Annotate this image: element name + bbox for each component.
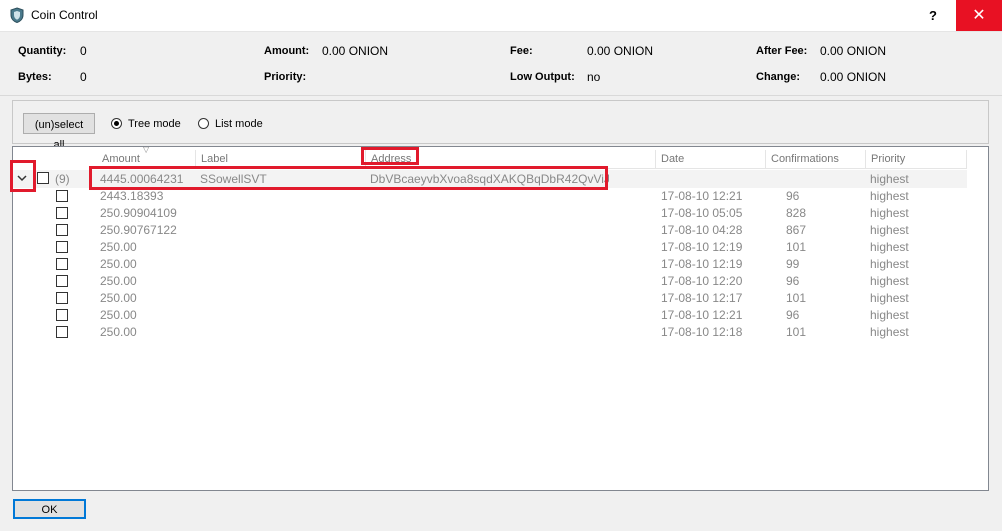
row-confirmations: 99 (786, 257, 800, 271)
fee-value: 0.00 ONION (587, 44, 654, 58)
parent-count: (9) (55, 172, 70, 186)
close-button[interactable]: ✕ (956, 0, 1002, 31)
help-button[interactable]: ? (910, 0, 956, 31)
fee-label: Fee: (510, 45, 533, 57)
row-confirmations: 101 (786, 325, 807, 339)
tree-mode-radio[interactable] (111, 118, 122, 129)
highlight-address-header (361, 147, 419, 165)
ok-button[interactable]: OK (13, 499, 86, 519)
parent-checkbox[interactable] (37, 172, 49, 184)
row-date: 17-08-10 12:19 (661, 240, 743, 254)
row-priority: highest (870, 189, 909, 203)
row-checkbox[interactable] (56, 309, 68, 321)
row-date: 17-08-10 12:21 (661, 189, 743, 203)
amount-label: Amount: (264, 45, 310, 57)
row-priority: highest (870, 291, 909, 305)
row-priority: highest (870, 325, 909, 339)
row-priority: highest (870, 274, 909, 288)
row-checkbox[interactable] (56, 326, 68, 338)
row-priority: highest (870, 206, 909, 220)
row-checkbox[interactable] (56, 275, 68, 287)
quantity-value: 0 (80, 44, 87, 58)
row-amount: 250.90904109 (100, 206, 177, 220)
unselect-all-button[interactable]: (un)select all (23, 113, 95, 151)
change-value: 0.00 ONION (820, 70, 887, 84)
parent-priority: highest (870, 172, 909, 186)
row-confirmations: 867 (786, 223, 807, 237)
row-confirmations: 101 (786, 291, 807, 305)
row-checkbox[interactable] (56, 241, 68, 253)
row-date: 17-08-10 12:17 (661, 291, 743, 305)
row-amount: 250.00 (100, 274, 137, 288)
row-amount: 250.00 (100, 308, 137, 322)
row-amount: 250.00 (100, 240, 137, 254)
row-confirmations: 96 (786, 274, 800, 288)
row-date: 17-08-10 12:20 (661, 274, 743, 288)
onion-shield-icon (10, 7, 24, 23)
bytes-label: Bytes: (18, 71, 52, 83)
amount-value: 0.00 ONION (322, 44, 389, 58)
divider (0, 95, 1002, 96)
row-date: 17-08-10 12:18 (661, 325, 743, 339)
row-confirmations: 828 (786, 206, 807, 220)
low-output-label: Low Output: (510, 71, 575, 83)
row-amount: 2443.18393 (100, 189, 164, 203)
column-header-date[interactable]: Date (656, 150, 766, 168)
row-priority: highest (870, 308, 909, 322)
row-priority: highest (870, 240, 909, 254)
priority-label: Priority: (264, 71, 307, 83)
title-bar: Coin Control ? ✕ (0, 0, 1002, 32)
highlight-expander (10, 160, 36, 192)
list-mode-radio[interactable] (198, 118, 209, 129)
row-checkbox[interactable] (56, 224, 68, 236)
row-date: 17-08-10 12:21 (661, 308, 743, 322)
after-fee-value: 0.00 ONION (820, 44, 887, 58)
bytes-value: 0 (80, 70, 87, 84)
tree-mode-label[interactable]: Tree mode (128, 118, 181, 130)
row-confirmations: 96 (786, 308, 800, 322)
quantity-label: Quantity: (18, 45, 67, 57)
row-priority: highest (870, 257, 909, 271)
list-mode-label[interactable]: List mode (215, 118, 263, 130)
row-checkbox[interactable] (56, 292, 68, 304)
after-fee-label: After Fee: (756, 45, 808, 57)
row-confirmations: 101 (786, 240, 807, 254)
row-checkbox[interactable] (56, 258, 68, 270)
row-amount: 250.00 (100, 291, 137, 305)
column-header-confirmations[interactable]: Confirmations (766, 150, 866, 168)
row-priority: highest (870, 223, 909, 237)
highlight-parent-row (89, 166, 608, 190)
row-confirmations: 96 (786, 189, 800, 203)
change-label: Change: (756, 71, 800, 83)
low-output-value: no (587, 70, 601, 84)
row-date: 17-08-10 04:28 (661, 223, 743, 237)
row-checkbox[interactable] (56, 190, 68, 202)
row-date: 17-08-10 12:19 (661, 257, 743, 271)
window-title: Coin Control (31, 8, 98, 22)
column-header-priority[interactable]: Priority (866, 150, 967, 168)
row-checkbox[interactable] (56, 207, 68, 219)
row-date: 17-08-10 05:05 (661, 206, 743, 220)
row-amount: 250.00 (100, 325, 137, 339)
row-amount: 250.90767122 (100, 223, 177, 237)
row-amount: 250.00 (100, 257, 137, 271)
